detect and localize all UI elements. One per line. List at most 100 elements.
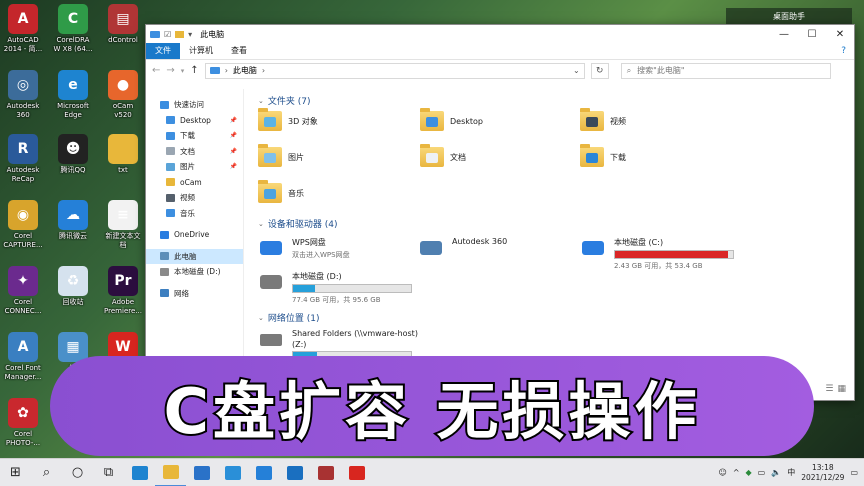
desktop-icon[interactable]: ≡ 新建文本文档 [100, 200, 146, 250]
desktop-icon[interactable]: ✿ Corel PHOTO-... [0, 398, 46, 448]
nav-item-3[interactable]: 文档 📌 [146, 144, 243, 160]
desktop-icon-label: Autodesk [6, 102, 40, 110]
folder-item[interactable]: 下载 [580, 144, 626, 167]
close-button[interactable]: ✕ [826, 29, 854, 40]
large-icons-view-icon[interactable]: ▦ [837, 384, 846, 394]
maximize-button[interactable]: ☐ [798, 29, 826, 40]
drive-item[interactable]: 本地磁盘 (C:) 2.43 GB 可用，共 53.4 GB [580, 237, 734, 271]
folder-label: 3D 对象 [288, 116, 318, 126]
quick-access-toolbar: ☑ ▾ [150, 30, 192, 39]
folder-item[interactable]: 文档 [420, 144, 466, 167]
cortana-icon[interactable]: ○ [62, 459, 93, 486]
back-arrow-icon[interactable]: ← [152, 65, 160, 76]
refresh-button[interactable]: ↻ [590, 62, 609, 79]
breadcrumb-this-pc[interactable]: 此电脑 [233, 65, 257, 76]
nav-item-8[interactable]: OneDrive [146, 227, 243, 243]
ie-icon[interactable] [217, 459, 248, 486]
ime-icon[interactable]: 中 [787, 467, 795, 478]
nav-item-7[interactable]: 音乐 [146, 206, 243, 222]
corel-photo-paint-icon: ✿ [8, 398, 38, 428]
search-box[interactable]: ⌕ 搜索"此电脑" [620, 62, 831, 79]
windows-start-icon[interactable]: ⊞ [0, 459, 31, 486]
premiere-icon: Pr [108, 266, 138, 296]
show-hidden-icons-icon[interactable]: ^ [733, 468, 740, 477]
section-network[interactable]: ⌄ 网络位置 (1) [258, 311, 320, 325]
nav-item-1[interactable]: Desktop 📌 [146, 113, 243, 129]
desktop-icon[interactable]: ◎ Autodesk 360 [0, 70, 46, 120]
nav-item-label: 图片 [180, 162, 195, 172]
address-bar[interactable]: › 此电脑 › ⌄ [204, 62, 585, 79]
drive-item[interactable]: Autodesk 360 [418, 237, 507, 259]
properties-icon[interactable]: ☑ [164, 30, 171, 39]
drive-item[interactable]: 本地磁盘 (D:) 77.4 GB 可用，共 95.6 GB [258, 271, 412, 305]
desktop-icon[interactable]: C CorelDRA W X8 (64... [50, 4, 96, 54]
breadcrumb-separator-icon[interactable]: › [262, 66, 265, 75]
nav-item-6[interactable]: 视频 [146, 190, 243, 206]
autodesk-360-icon [418, 237, 444, 259]
folder-item[interactable]: 音乐 [258, 180, 304, 203]
nav-item-2[interactable]: 下载 📌 [146, 128, 243, 144]
autocad-icon: A [8, 4, 38, 34]
section-devices[interactable]: ⌄ 设备和驱动器 (4) [258, 217, 338, 231]
desktop-icon[interactable]: ◉ Corel CAPTURE... [0, 200, 46, 250]
people-icon[interactable]: ☺ [718, 468, 726, 477]
help-icon[interactable]: ? [841, 43, 846, 59]
store-icon[interactable] [279, 459, 310, 486]
wps-icon[interactable] [341, 459, 372, 486]
folder-item[interactable]: 视频 [580, 108, 626, 131]
notifications-icon[interactable]: ▭ [850, 468, 858, 477]
details-view-icon[interactable]: ☰ [825, 384, 833, 394]
desktop-icon[interactable]: ☻ 腾讯QQ [50, 134, 96, 175]
forward-arrow-icon[interactable]: → [166, 65, 174, 76]
edge-icon[interactable] [124, 459, 155, 486]
minimize-button[interactable]: — [770, 29, 798, 40]
this-pc-icon [150, 30, 160, 38]
file-explorer-icon[interactable] [155, 459, 186, 486]
winrar-icon[interactable] [310, 459, 341, 486]
volume-icon[interactable]: 🔈 [771, 468, 781, 477]
task-view-icon[interactable]: ⧉ [93, 459, 124, 486]
desktop-icon[interactable]: ☁ 腾讯微云 [50, 200, 96, 241]
nav-item-5[interactable]: oCam [146, 175, 243, 191]
desktop-icon[interactable]: ♻ 回收站 [50, 266, 96, 307]
desktop-icon-label: 腾讯微云 [59, 232, 87, 240]
tab-view[interactable]: 查看 [222, 43, 256, 59]
tab-computer[interactable]: 计算机 [180, 43, 222, 59]
videos-folder-icon [166, 193, 175, 202]
customize-toolbar-icon[interactable]: ▾ [188, 30, 192, 39]
desktop-icon[interactable]: txt [100, 134, 146, 175]
address-dropdown-icon[interactable]: ⌄ [573, 66, 580, 75]
drive-item[interactable]: WPS网盘 双击进入WPS网盘 [258, 237, 350, 260]
section-folders[interactable]: ⌄ 文件夹 (7) [258, 94, 311, 108]
nav-item-4[interactable]: 图片 📌 [146, 159, 243, 175]
corel-font-manager-icon: A [8, 332, 38, 362]
desktop-icon[interactable]: Pr Adobe Premiere... [100, 266, 146, 316]
tab-file[interactable]: 文件 [146, 43, 180, 59]
security-icon[interactable]: ◆ [746, 468, 752, 477]
desktop-icon-label: 腾讯QQ [60, 166, 86, 174]
weiyun-icon[interactable] [248, 459, 279, 486]
desktop-icon[interactable]: A Corel Font Manager... [0, 332, 46, 382]
nav-item-10[interactable]: 本地磁盘 (D:) [146, 264, 243, 280]
up-arrow-icon[interactable]: ↑ [190, 65, 198, 76]
nav-item-0[interactable]: 快速访问 [146, 97, 243, 113]
desktop-icon[interactable]: ● oCam v520 [100, 70, 146, 120]
folder-item[interactable]: 图片 [258, 144, 304, 167]
recent-locations-icon[interactable]: ▾ [181, 67, 185, 75]
desktop-icon[interactable]: e Microsoft Edge [50, 70, 96, 120]
desktop-icon[interactable]: ✦ Corel CONNEC... [0, 266, 46, 316]
desktop-icon[interactable]: R Autodesk ReCap [0, 134, 46, 184]
nav-item-9[interactable]: 此电脑 [146, 248, 243, 264]
desktop-icon[interactable]: A AutoCAD 2014 - 简... [0, 4, 46, 54]
folder-item[interactable]: Desktop [420, 108, 483, 131]
clock[interactable]: 13:18 2021/12/29 [801, 463, 844, 483]
network-icon[interactable]: ▭ [758, 468, 766, 477]
music-folder-icon [166, 209, 175, 218]
folder-item[interactable]: 3D 对象 [258, 108, 318, 131]
desktop-icon[interactable]: ▤ dControl [100, 4, 146, 45]
mail-icon[interactable] [186, 459, 217, 486]
new-folder-icon[interactable] [175, 30, 185, 38]
search-icon[interactable]: ⌕ [31, 459, 62, 486]
nav-item-11[interactable]: 网络 [146, 286, 243, 302]
clock-time: 13:18 [812, 462, 834, 472]
